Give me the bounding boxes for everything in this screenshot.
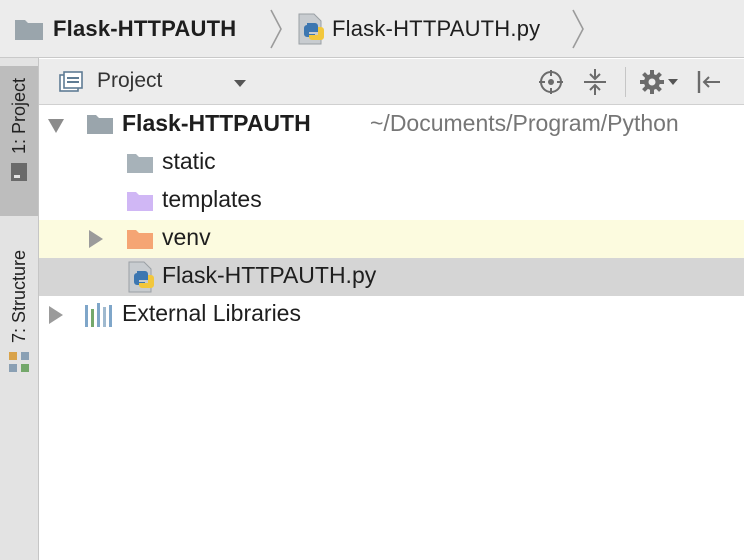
panel-title: Project [97,69,163,92]
view-dropdown-icon[interactable] [233,79,247,88]
settings-button[interactable] [637,67,681,97]
tree-item-label: External Libraries [122,300,301,326]
chevron-right-icon [270,9,282,49]
structure-icon [9,352,29,373]
toolbar-divider [625,67,626,97]
tree-row-python-file[interactable]: Flask-HTTPAUTH.py [39,258,744,296]
tree-item-label: Flask-HTTPAUTH.py [162,262,377,288]
breadcrumb-file-label: Flask-HTTPAUTH.py [332,16,541,41]
chevron-right-icon [572,9,584,49]
hide-panel-icon [697,71,720,93]
tree-row-venv[interactable]: venv [39,220,744,258]
gear-icon [640,70,678,94]
tree-item-label: templates [162,186,262,212]
tree-row-external-libraries[interactable]: External Libraries [39,296,744,334]
breadcrumb-file[interactable]: Flask-HTTPAUTH.py [296,0,540,58]
scroll-from-source-button[interactable] [536,67,566,97]
python-file-icon [298,13,324,45]
breadcrumb-project-label: Flask-HTTPAUTH [53,16,237,41]
collapse-all-icon [584,69,606,95]
folder-icon [15,20,43,40]
expand-arrow-right-icon[interactable] [49,306,63,324]
collapse-all-button[interactable] [580,67,610,97]
excluded-folder-icon [127,230,153,249]
tool-tab-project[interactable]: 1: Project [0,66,38,216]
scroll-from-source-icon [539,70,563,94]
tree-row-static[interactable]: static [39,144,744,182]
templates-folder-icon [127,192,153,211]
folder-icon [127,154,153,173]
navigation-bar: Flask-HTTPAUTH Flask-HTTPAUTH.py [0,0,744,58]
hide-panel-button[interactable] [694,67,724,97]
tree-row-root[interactable]: Flask-HTTPAUTH ~/Documents/Program/Pytho… [39,106,744,144]
project-tree: Flask-HTTPAUTH ~/Documents/Program/Pytho… [39,106,744,560]
project-panel-header: Project [39,59,744,105]
tool-tab-structure[interactable]: 7: Structure [0,246,38,406]
breadcrumb-project[interactable]: Flask-HTTPAUTH [14,0,236,58]
tree-item-label: static [162,148,216,174]
python-file-icon [128,261,154,293]
expand-arrow-right-icon[interactable] [89,230,103,248]
tree-root-path: ~/Documents/Program/Python [370,110,679,136]
tree-row-templates[interactable]: templates [39,182,744,220]
expand-arrow-down-icon[interactable] [48,119,64,133]
folder-icon [87,115,113,134]
tree-root-label: Flask-HTTPAUTH [122,110,311,136]
project-icon [11,163,27,182]
tool-tab-structure-label: 7: Structure [8,250,29,344]
project-view-icon [59,71,83,92]
left-tool-window-strip: 1: Project 7: Structure [0,58,39,560]
tool-tab-project-label: 1: Project [8,78,29,155]
tree-item-label: venv [162,224,211,250]
libraries-icon [85,303,112,327]
